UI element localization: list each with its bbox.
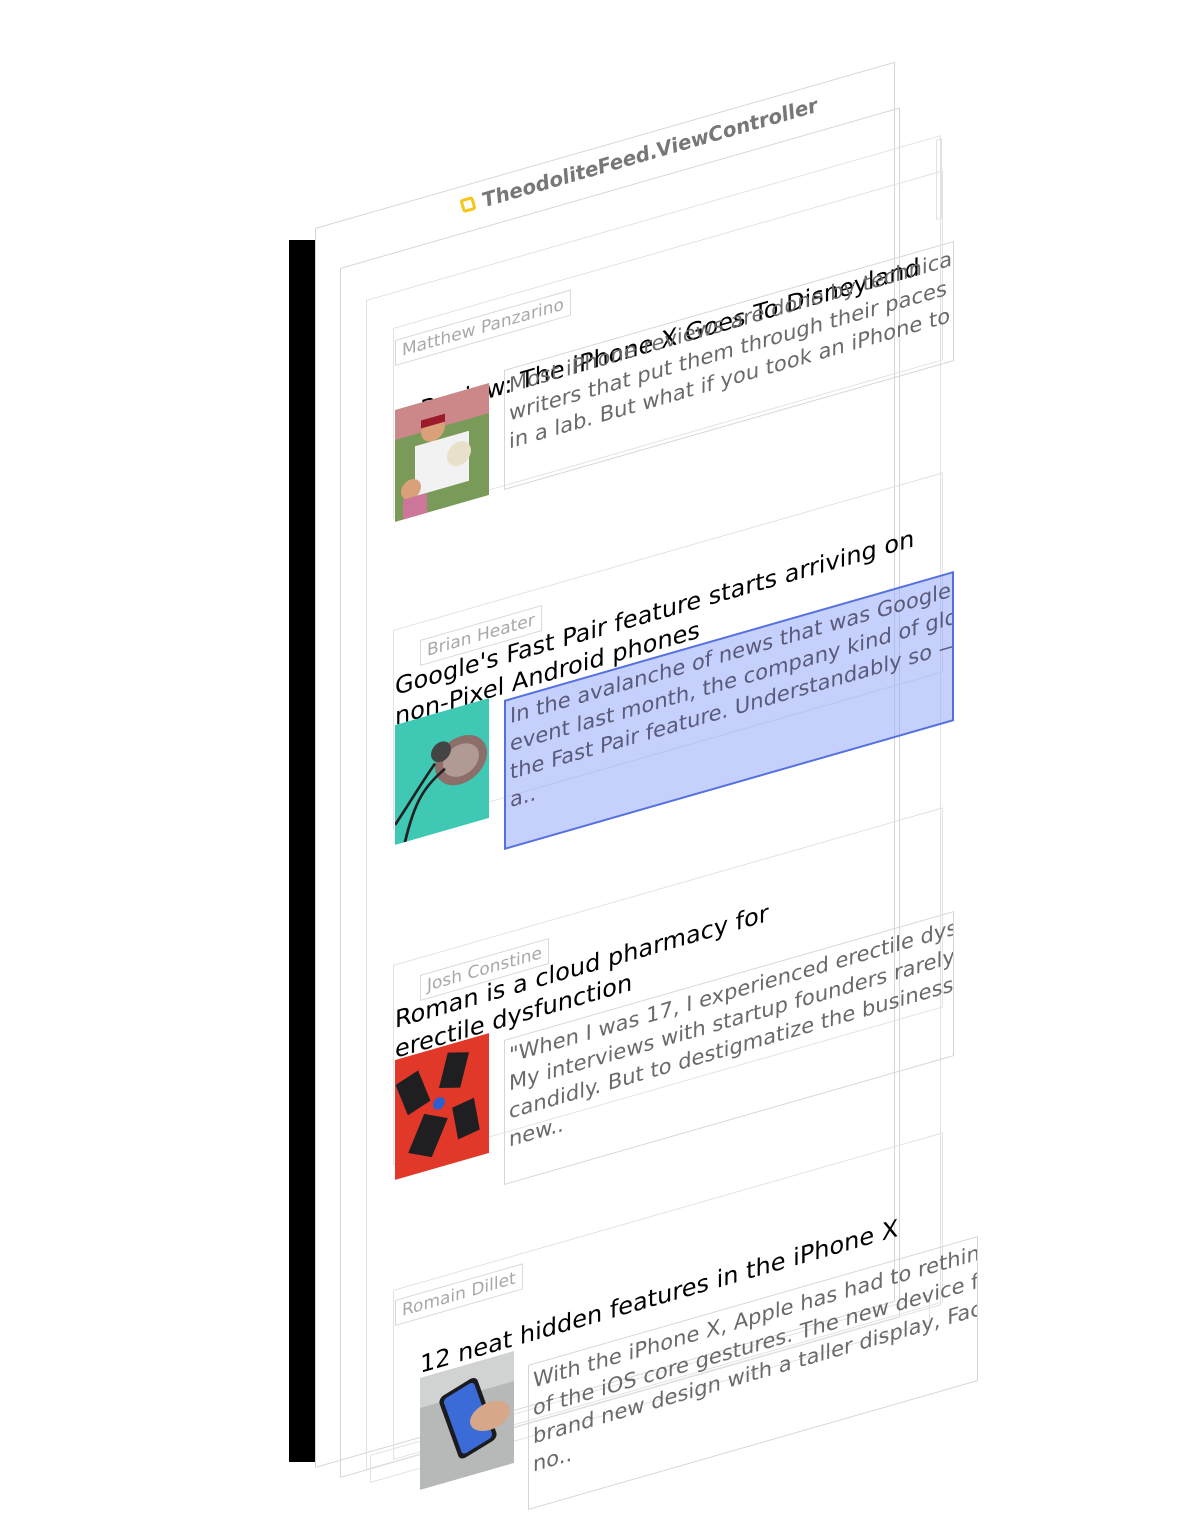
view-controller-icon: [459, 195, 477, 214]
window-edge: [289, 240, 315, 1462]
exploded-view-canvas[interactable]: TheodoliteFeed.ViewController Matthew Pa…: [0, 0, 1200, 1514]
